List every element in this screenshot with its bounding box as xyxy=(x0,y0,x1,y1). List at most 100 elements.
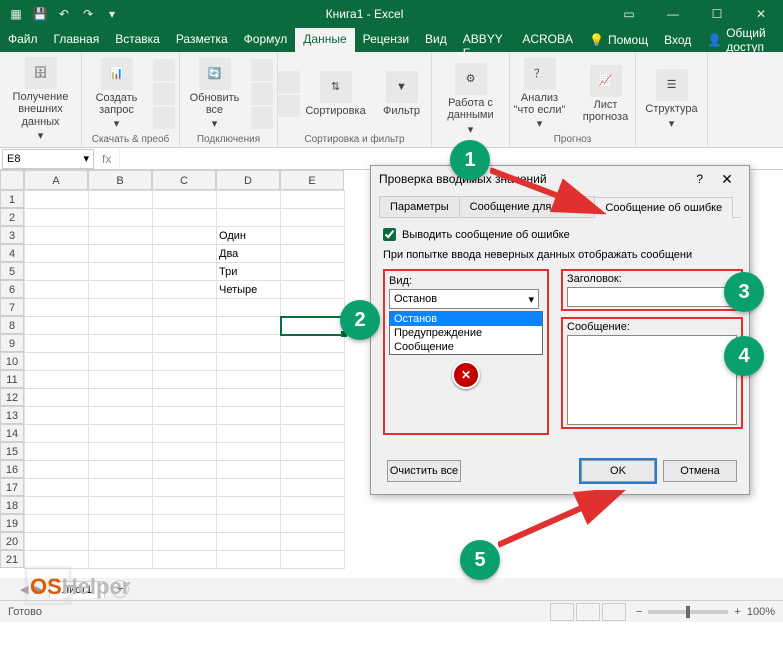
cell[interactable] xyxy=(89,425,153,443)
row-header[interactable]: 2 xyxy=(0,208,24,226)
zoom-slider[interactable] xyxy=(648,610,728,614)
cell[interactable] xyxy=(153,533,217,551)
cell[interactable] xyxy=(153,425,217,443)
cell[interactable] xyxy=(217,425,281,443)
column-header[interactable]: E xyxy=(280,170,344,190)
cell[interactable]: Четыре xyxy=(217,281,281,299)
cell[interactable] xyxy=(25,461,89,479)
tab-review[interactable]: Рецензи xyxy=(355,28,417,52)
dialog-help-button[interactable]: ? xyxy=(696,172,703,186)
recent-sources-button[interactable] xyxy=(153,107,175,129)
cell[interactable] xyxy=(25,263,89,281)
cell[interactable]: Один xyxy=(217,227,281,245)
tab-data[interactable]: Данные xyxy=(295,28,354,52)
cell[interactable] xyxy=(281,425,345,443)
cell[interactable] xyxy=(25,209,89,227)
new-query-button[interactable]: 📊Создать запрос▾ xyxy=(87,58,147,130)
save-icon[interactable]: 💾 xyxy=(30,4,50,24)
cell[interactable] xyxy=(217,317,281,335)
row-header[interactable]: 13 xyxy=(0,406,24,424)
cell[interactable] xyxy=(153,335,217,353)
cell[interactable] xyxy=(25,299,89,317)
tell-me[interactable]: 💡Помощ xyxy=(581,28,656,52)
show-queries-button[interactable] xyxy=(153,59,175,81)
cell[interactable]: Три xyxy=(217,263,281,281)
ribbon-options-icon[interactable]: ▭ xyxy=(607,0,651,28)
cell[interactable] xyxy=(281,317,345,335)
show-error-checkbox[interactable] xyxy=(383,228,396,241)
from-table-button[interactable] xyxy=(153,83,175,105)
cell[interactable] xyxy=(25,389,89,407)
row-header[interactable]: 8 xyxy=(0,316,24,334)
cell[interactable] xyxy=(25,371,89,389)
outline-button[interactable]: ☰Структура▾ xyxy=(642,69,702,129)
zoom-in-button[interactable]: + xyxy=(734,606,740,618)
cell[interactable] xyxy=(89,191,153,209)
option-warning[interactable]: Предупреждение xyxy=(390,326,542,340)
cell[interactable] xyxy=(281,299,345,317)
row-header[interactable]: 5 xyxy=(0,262,24,280)
close-icon[interactable]: ✕ xyxy=(739,0,783,28)
cell[interactable] xyxy=(89,209,153,227)
tab-layout[interactable]: Разметка xyxy=(168,28,236,52)
row-header[interactable]: 3 xyxy=(0,226,24,244)
tab-acrobat[interactable]: ACROBA xyxy=(514,28,581,52)
cell[interactable] xyxy=(281,209,345,227)
cell[interactable] xyxy=(153,551,217,569)
tab-view[interactable]: Вид xyxy=(417,28,455,52)
redo-icon[interactable]: ↷ xyxy=(78,4,98,24)
style-select[interactable]: Останов▾ xyxy=(389,289,539,309)
dialog-tab-settings[interactable]: Параметры xyxy=(379,196,460,217)
cell[interactable] xyxy=(89,407,153,425)
cell[interactable] xyxy=(25,191,89,209)
row-header[interactable]: 12 xyxy=(0,388,24,406)
column-header[interactable]: C xyxy=(152,170,216,190)
row-header[interactable]: 6 xyxy=(0,280,24,298)
cell[interactable] xyxy=(217,353,281,371)
forecast-sheet-button[interactable]: 📈Лист прогноза xyxy=(576,65,636,123)
connections-button[interactable] xyxy=(251,59,273,81)
cell[interactable] xyxy=(89,461,153,479)
cell[interactable] xyxy=(153,227,217,245)
row-header[interactable]: 4 xyxy=(0,244,24,262)
column-header[interactable]: B xyxy=(88,170,152,190)
cell[interactable] xyxy=(217,461,281,479)
cell[interactable] xyxy=(281,353,345,371)
cell[interactable] xyxy=(153,317,217,335)
name-box[interactable]: E8▾ xyxy=(2,149,94,169)
dialog-close-button[interactable]: ✕ xyxy=(713,171,741,188)
cell[interactable] xyxy=(25,497,89,515)
row-header[interactable]: 14 xyxy=(0,424,24,442)
cell[interactable] xyxy=(153,389,217,407)
cell[interactable] xyxy=(217,443,281,461)
cell[interactable] xyxy=(153,407,217,425)
fx-icon[interactable]: fx xyxy=(94,152,119,166)
option-stop[interactable]: Останов xyxy=(390,312,542,326)
tab-home[interactable]: Главная xyxy=(46,28,108,52)
error-message-textarea[interactable] xyxy=(567,335,737,425)
tab-insert[interactable]: Вставка xyxy=(107,28,168,52)
cell[interactable] xyxy=(153,497,217,515)
ok-button[interactable]: OK xyxy=(581,460,655,482)
row-header[interactable]: 16 xyxy=(0,460,24,478)
cancel-button[interactable]: Отмена xyxy=(663,460,737,482)
cell[interactable] xyxy=(25,335,89,353)
cell[interactable] xyxy=(89,371,153,389)
cell[interactable]: Два xyxy=(217,245,281,263)
cell[interactable] xyxy=(153,479,217,497)
cell[interactable] xyxy=(153,245,217,263)
clear-all-button[interactable]: Очистить все xyxy=(387,460,461,482)
row-header[interactable]: 21 xyxy=(0,550,24,568)
cell[interactable] xyxy=(89,299,153,317)
select-all-corner[interactable] xyxy=(0,170,24,190)
get-external-data-button[interactable]: 🗄Получение внешних данных▾ xyxy=(11,57,71,141)
row-header[interactable]: 19 xyxy=(0,514,24,532)
page-layout-view-button[interactable] xyxy=(576,603,600,621)
cell[interactable] xyxy=(89,533,153,551)
cell[interactable] xyxy=(281,227,345,245)
cell[interactable] xyxy=(25,353,89,371)
cell[interactable] xyxy=(217,209,281,227)
cell[interactable] xyxy=(217,407,281,425)
cell[interactable] xyxy=(153,353,217,371)
cell[interactable] xyxy=(25,281,89,299)
